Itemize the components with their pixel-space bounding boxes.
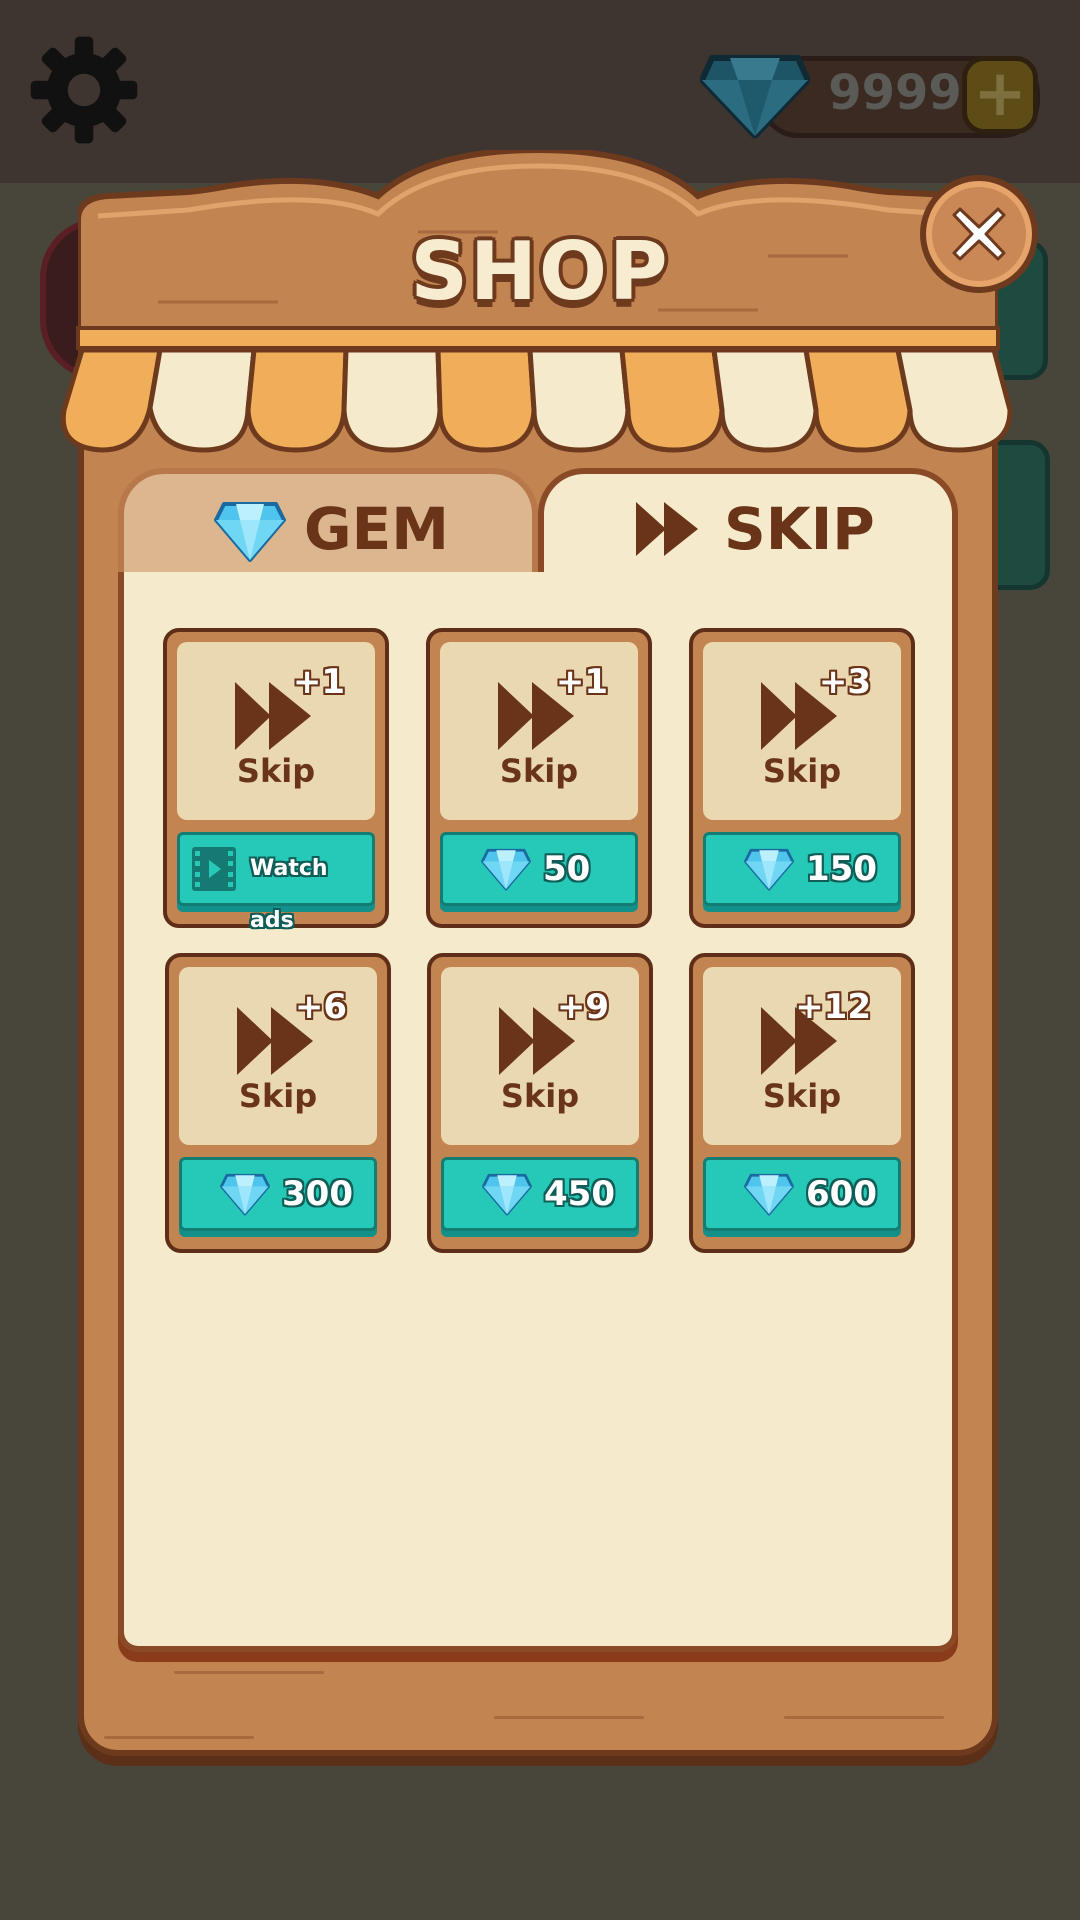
item-card: +1 Skip xyxy=(440,642,638,820)
close-icon xyxy=(952,207,1006,261)
item-bonus: +1 xyxy=(292,662,345,702)
item-label: Skip xyxy=(236,752,316,790)
buy-button[interactable]: 450 xyxy=(441,1157,639,1231)
gem-count: 9999 xyxy=(828,65,962,121)
item-card: +6 Skip xyxy=(179,967,377,1145)
item-label: Skip xyxy=(500,1077,580,1115)
item-bonus: +6 xyxy=(294,987,347,1027)
item-price: 150 xyxy=(806,849,877,889)
skip-item-1[interactable]: +1 Skip Watch ads xyxy=(163,628,389,933)
settings-button[interactable] xyxy=(26,32,142,148)
gem-icon xyxy=(214,502,286,562)
item-price: 600 xyxy=(806,1174,877,1214)
item-card: +3 Skip xyxy=(703,642,901,820)
skip-item-2[interactable]: +1 Skip 50 xyxy=(426,628,652,928)
add-gems-button[interactable]: + xyxy=(962,56,1038,134)
item-price: 450 xyxy=(544,1174,615,1214)
tab-skip-label: SKIP xyxy=(724,495,875,563)
gem-icon xyxy=(744,1173,794,1216)
skip-item-5[interactable]: +9 Skip 450 xyxy=(427,953,653,1253)
buy-button[interactable]: 300 xyxy=(179,1157,377,1231)
gem-icon xyxy=(220,1173,270,1216)
gem-icon xyxy=(481,848,531,891)
wood-grain xyxy=(494,1716,644,1719)
gem-counter: 9999 + xyxy=(700,48,1040,138)
wood-grain xyxy=(104,1736,254,1739)
item-label: Skip xyxy=(238,1077,318,1115)
item-bonus: +9 xyxy=(556,987,609,1027)
watch-ads-button[interactable]: Watch ads xyxy=(177,832,375,933)
shop-awning xyxy=(60,350,1013,453)
gem-icon xyxy=(700,55,810,138)
skip-item-6[interactable]: +12 Skip 600 xyxy=(689,953,915,1253)
buy-button[interactable]: 50 xyxy=(440,832,638,906)
item-card: +9 Skip xyxy=(441,967,639,1145)
item-bonus: +3 xyxy=(818,662,871,702)
item-bonus: +12 xyxy=(795,987,871,1027)
wood-grain xyxy=(784,1716,944,1719)
close-button[interactable] xyxy=(920,175,1038,293)
item-card: +1 Skip xyxy=(177,642,375,820)
awning-band xyxy=(76,326,1000,350)
fast-forward-icon xyxy=(636,502,698,556)
item-label: Skip xyxy=(499,752,579,790)
item-bonus: +1 xyxy=(555,662,608,702)
plus-icon: + xyxy=(973,57,1027,131)
tab-skip[interactable]: SKIP xyxy=(538,468,958,580)
gem-icon xyxy=(482,1173,532,1216)
gear-icon xyxy=(30,36,138,144)
item-label: Skip xyxy=(762,1077,842,1115)
item-label: Skip xyxy=(762,752,842,790)
buy-button[interactable]: 600 xyxy=(703,1157,901,1231)
shop-title: SHOP xyxy=(410,225,670,318)
tab-gem-label: GEM xyxy=(304,495,449,563)
item-price: 300 xyxy=(282,1174,353,1214)
wood-grain xyxy=(174,1671,324,1674)
item-card: +12 Skip xyxy=(703,967,901,1145)
tab-gem[interactable]: GEM xyxy=(118,468,538,580)
skip-item-3[interactable]: +3 Skip 150 xyxy=(689,628,915,928)
gem-icon xyxy=(744,848,794,891)
item-price: 50 xyxy=(543,849,591,889)
film-icon xyxy=(192,847,236,891)
item-price: Watch ads xyxy=(250,856,328,933)
skip-item-4[interactable]: +6 Skip 300 xyxy=(165,953,391,1253)
buy-button[interactable]: 150 xyxy=(703,832,901,906)
